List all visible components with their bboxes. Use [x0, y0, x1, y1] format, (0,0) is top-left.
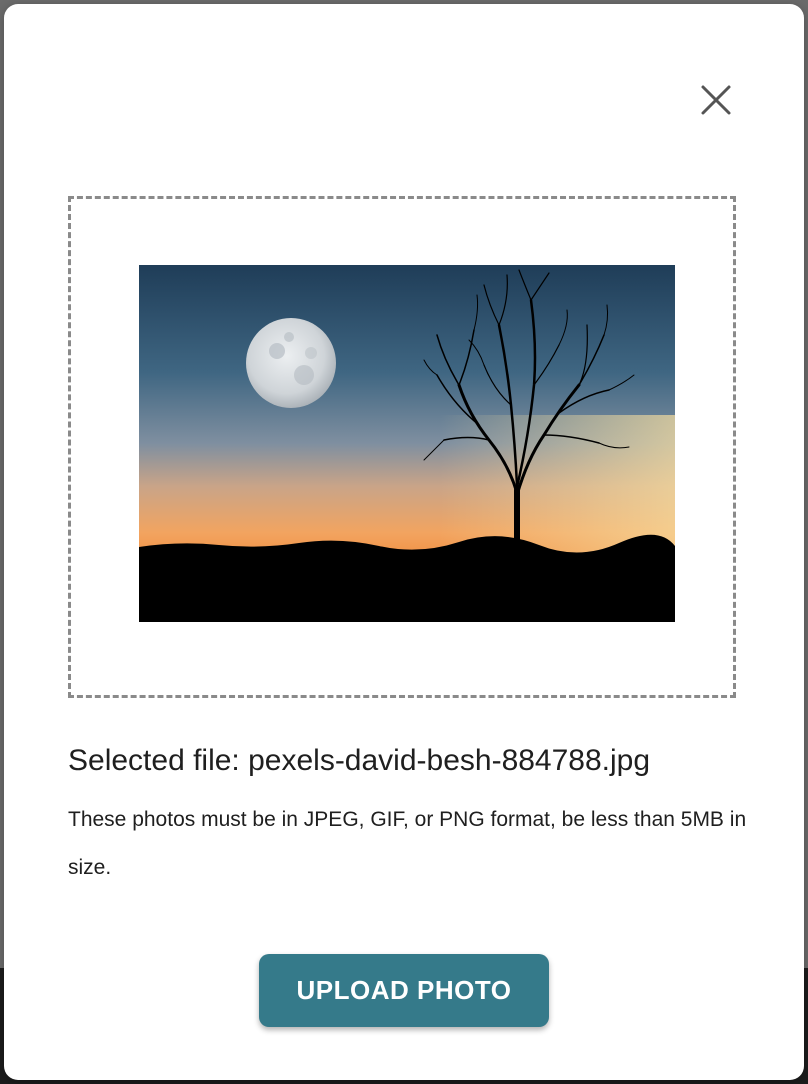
selected-file-label: Selected file: pexels-david-besh-884788.…: [68, 744, 651, 777]
image-preview: [139, 265, 675, 622]
upload-photo-dialog: Selected file: pexels-david-besh-884788.…: [4, 4, 804, 1080]
upload-photo-button[interactable]: UPLOAD PHOTO: [259, 954, 549, 1027]
close-button[interactable]: [696, 80, 736, 120]
close-icon: [701, 85, 731, 115]
preview-image: [139, 265, 675, 622]
format-help-text: These photos must be in JPEG, GIF, or PN…: [68, 808, 747, 879]
file-dropzone[interactable]: [68, 196, 736, 698]
